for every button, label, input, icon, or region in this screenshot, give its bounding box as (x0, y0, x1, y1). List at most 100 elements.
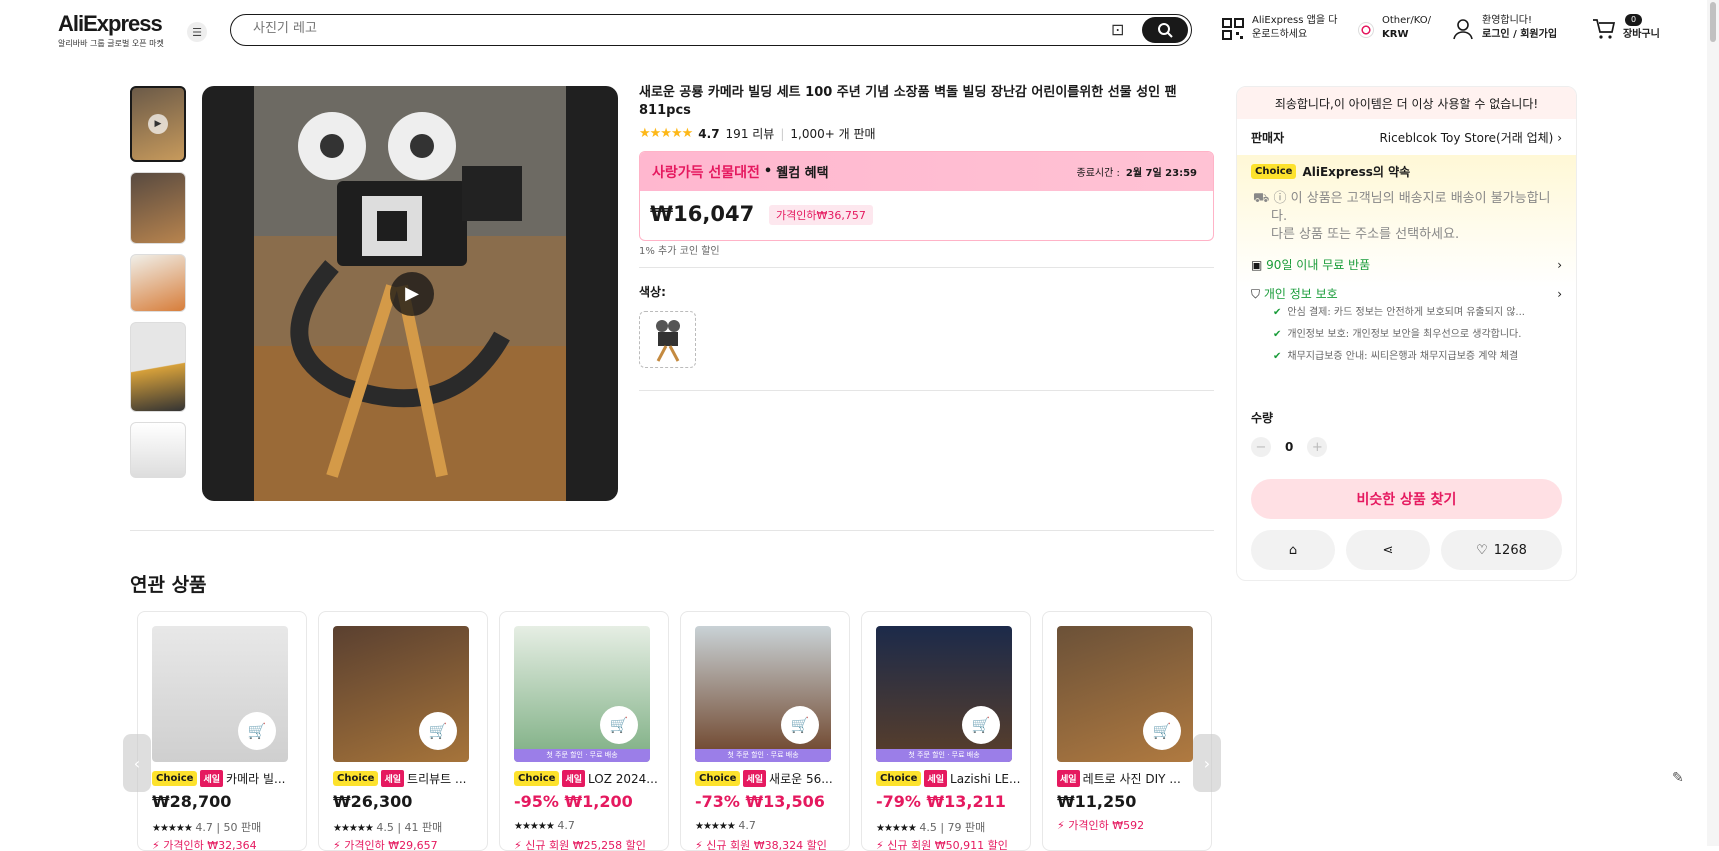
discount-text: 가격인하 ₩32,364 (163, 839, 257, 851)
login-link[interactable]: 로그인 / 회원가입 (1482, 28, 1557, 42)
free-returns-wrap: ▣ 90일 이내 무료 반품 (1251, 256, 1370, 273)
chevron-right-icon: › (1557, 257, 1562, 272)
thumbnail-image[interactable] (130, 172, 186, 244)
seller-label: 판매자 (1251, 130, 1285, 145)
thumbnail-image[interactable] (130, 322, 186, 412)
store-button[interactable]: ⌂ (1251, 530, 1335, 570)
aliexpress-logo[interactable]: AliExpress 알리바바 그룹 글로벌 오픈 마켓 (58, 11, 164, 49)
app-line2: 운로드하세요 (1252, 29, 1308, 40)
product-price: -95% ₩1,200 (514, 792, 633, 811)
product-discount: ⚡ 가격인하 ₩29,657 (333, 839, 438, 851)
add-to-cart-icon[interactable]: 🛒 (962, 706, 1000, 744)
cart-link[interactable]: 0 장바구니 (1592, 14, 1660, 42)
discount-text: 가격인하 ₩29,657 (344, 839, 438, 851)
camera-search-icon[interactable]: ⊡ (1111, 20, 1124, 39)
play-video-icon[interactable]: ▶ (390, 272, 434, 316)
add-to-cart-icon[interactable]: 🛒 (600, 706, 638, 744)
review-count[interactable]: 191 리뷰 (726, 125, 775, 142)
chevron-right-icon: › (1203, 753, 1211, 773)
quantity-label: 수량 (1251, 411, 1274, 425)
product-price: -73% ₩13,506 (695, 792, 825, 811)
korea-flag-icon (1358, 22, 1374, 38)
cart-count-badge: 0 (1625, 14, 1643, 26)
share-button[interactable]: ⋖ (1346, 530, 1430, 570)
rating-value: 4.5 (376, 821, 394, 834)
check-icon: ✔ (1273, 307, 1282, 318)
add-to-cart-icon[interactable]: 🛒 (419, 712, 457, 750)
thumbnail-image[interactable] (130, 422, 186, 478)
thumbnail-video[interactable]: ▶ (130, 86, 186, 162)
product-image: 🛒 (333, 626, 469, 762)
user-icon (1453, 19, 1473, 40)
product-card[interactable]: 🛒 첫 주문 할인 · 무료 배송 Choice 세일 LOZ 2024... -95… (499, 611, 669, 851)
divider (130, 530, 1214, 531)
heart-icon: ♡ (1476, 542, 1488, 558)
carousel-next-button[interactable]: › (1193, 734, 1221, 792)
quantity-value: 0 (1285, 440, 1294, 454)
app-download[interactable]: AliExpress 앱을 다 운로드하세요 (1222, 14, 1337, 42)
sale-badge: 세일 (924, 770, 948, 787)
privacy-item: ✔ 안심 결제: 카드 정보는 안전하게 보호되며 유출되지 않... (1251, 302, 1562, 324)
product-card[interactable]: 🛒 Choice 세일 카메라 빌... ₩28,700 ★★★★★ 4.7 | 5… (137, 611, 307, 851)
product-card[interactable]: 🛒 세일 레트로 사진 DIY ... ₩11,250 ⚡ 가격인하 ₩592 (1042, 611, 1212, 851)
discount-text: 신규 회원 ₩38,324 할인 (706, 839, 827, 851)
product-price: ₩11,250 (1057, 792, 1137, 811)
choice-chip: Choice (695, 771, 741, 786)
qr-code-icon (1222, 18, 1244, 40)
product-name-text: 레트로 사진 DIY ... (1082, 772, 1181, 786)
product-name-text: LOZ 2024... (588, 771, 658, 786)
plus-button[interactable]: + (1307, 437, 1328, 457)
feedback-edit-icon[interactable]: ✎ (1672, 770, 1684, 786)
search-button[interactable] (1142, 17, 1188, 43)
truck-icon: ⛟ ⓘ (1253, 191, 1287, 206)
check-icon: ✔ (1273, 329, 1282, 340)
promise-title: AliExpress의 약속 (1302, 165, 1411, 179)
seller-name: Riceblcok Toy Store(거래 업체) (1379, 130, 1554, 145)
product-card[interactable]: 🛒 첫 주문 할인 · 무료 배송 Choice 세일 Lazishi LE... -… (861, 611, 1031, 851)
account-menu[interactable]: 환영합니다! 로그인 / 회원가입 (1452, 14, 1557, 42)
add-to-cart-icon[interactable]: 🛒 (781, 706, 819, 744)
seller-row[interactable]: 판매자 Riceblcok Toy Store(거래 업체) › (1237, 119, 1576, 155)
discount-percent: -95% (514, 792, 559, 811)
related-title: 연관 상품 (130, 574, 207, 596)
discount-text: 가격인하 ₩592 (1068, 819, 1145, 832)
product-rating: ★★★★★ 4.5 | 41 판매 (333, 821, 443, 834)
search-icon (1158, 23, 1173, 38)
thumbnail-image[interactable] (130, 254, 186, 312)
discount-text: 신규 회원 ₩50,911 할인 (887, 839, 1008, 851)
promo-welcome: 웰컴 혜택 (776, 166, 829, 181)
find-similar-button[interactable]: 비슷한 상품 찾기 (1251, 479, 1562, 519)
discount-badge: 가격인하₩36,757 (769, 205, 873, 225)
chevron-left-icon: ‹ (133, 753, 141, 773)
free-returns-row[interactable]: ▣ 90일 이내 무료 반품 › (1251, 256, 1562, 273)
promo-brand: 사랑가득 선물대전 (652, 164, 760, 181)
search-input[interactable] (253, 21, 1053, 36)
scrollbar[interactable] (1707, 0, 1719, 846)
privacy-row[interactable]: ⛉ 개인 정보 보호 › (1251, 285, 1562, 302)
add-to-cart-icon[interactable]: 🛒 (238, 712, 276, 750)
color-option[interactable] (639, 311, 696, 368)
play-icon: ▶ (148, 114, 168, 134)
product-discount: ⚡ 가격인하 ₩592 (1057, 819, 1145, 832)
separator: | (780, 126, 785, 141)
product-card[interactable]: 🛒 Choice 세일 트리뷰트 ... ₩26,300 ★★★★★ 4.5 | 4… (318, 611, 488, 851)
product-card[interactable]: 🛒 첫 주문 할인 · 무료 배송 Choice 세일 새로운 56... -73% … (680, 611, 850, 851)
add-to-cart-icon[interactable]: 🛒 (1143, 712, 1181, 750)
product-price: ₩16,047 (650, 202, 755, 226)
language-currency[interactable]: Other/KO/ KRW (1358, 14, 1431, 42)
sale-badge: 세일 (381, 770, 405, 787)
scrollbar-thumb[interactable] (1710, 2, 1716, 42)
product-main-image[interactable]: ▶ (202, 86, 618, 501)
promo-banner: 첫 주문 할인 · 무료 배송 (695, 749, 831, 762)
shield-icon: ⛉ (1251, 287, 1261, 301)
carousel-prev-button[interactable]: ‹ (123, 734, 151, 792)
return-box-icon: ▣ (1251, 258, 1263, 272)
minus-button[interactable]: − (1251, 437, 1271, 457)
wishlist-button[interactable]: ♡ 1268 (1441, 530, 1562, 570)
sold-count: 41 판매 (404, 821, 443, 834)
menu-icon[interactable]: ☰ (187, 22, 207, 42)
end-label: 종료시간 : (1076, 168, 1120, 179)
product-rating: ★★★★★ 4.7 (514, 819, 575, 832)
promise-header: Choice AliExpress의 약속 (1251, 163, 1562, 180)
sold-count: 50 판매 (223, 821, 262, 834)
